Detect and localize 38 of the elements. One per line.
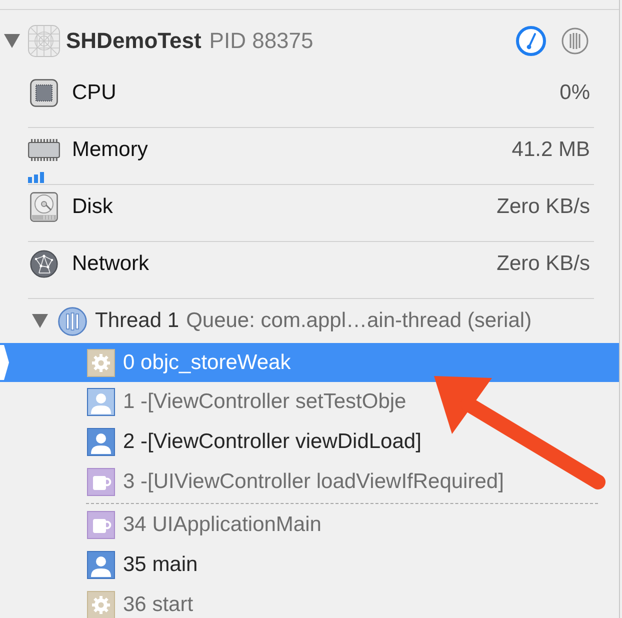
stack-frame-row[interactable]: 36 start (0, 585, 619, 618)
stack-frame-row[interactable]: 3 -[UIViewController loadViewIfRequired] (0, 462, 619, 502)
stack-frame-label: 34 UIApplicationMain (123, 512, 322, 538)
disclosure-triangle-icon[interactable] (4, 34, 20, 48)
gauge-label: Disk (72, 194, 113, 220)
thread-queue: Queue: com.appl…ain-thread (serial) (186, 308, 532, 334)
stack-frame-label: 35 main (123, 552, 198, 578)
stack-frame-row[interactable]: 35 main (0, 545, 619, 585)
thread-icon (58, 306, 87, 336)
stack-frame-row[interactable]: 2 -[ViewController viewDidLoad] (0, 422, 619, 462)
process-name: SHDemoTest (66, 27, 202, 55)
current-frame-marker-icon (0, 345, 9, 380)
stack-frame-label: 0 objc_storeWeak (123, 350, 291, 376)
gauge-icon[interactable] (516, 26, 546, 56)
thread-name: Thread 1 (95, 308, 180, 334)
app-placeholder-icon (28, 24, 60, 56)
gauge-reading: Zero KB/s (496, 194, 590, 220)
gauge-reading: Zero KB/s (496, 251, 590, 278)
stack-frame-row[interactable]: 34 UIApplicationMain (0, 505, 619, 545)
hard-drive-icon (30, 192, 58, 222)
threads-icon[interactable] (561, 26, 589, 54)
stack-frame-row[interactable]: 0 objc_storeWeak (0, 343, 619, 382)
gauge-label: Network (72, 251, 150, 278)
stack-frame-row[interactable]: 1 -[ViewController setTestObje (0, 382, 619, 422)
stack-frame-label: 1 -[ViewController setTestObje (123, 389, 406, 416)
disclosure-triangle-icon[interactable] (32, 314, 48, 328)
cpu-chip-icon (30, 79, 58, 107)
gauge-label: CPU (72, 80, 116, 106)
gauge-reading: 0% (560, 80, 590, 106)
memory-chip-icon (28, 139, 60, 161)
gauge-reading: 41.2 MB (512, 137, 590, 164)
gauge-label: Memory (72, 137, 148, 164)
stack-frame-label: 2 -[ViewController viewDidLoad] (123, 429, 422, 456)
globe-icon (30, 250, 58, 278)
stack-frame-label: 3 -[UIViewController loadViewIfRequired] (123, 469, 504, 496)
bar-meter-icon (28, 172, 45, 183)
stack-frame-label: 36 start (123, 592, 194, 618)
process-id: PID 88375 (209, 27, 314, 55)
